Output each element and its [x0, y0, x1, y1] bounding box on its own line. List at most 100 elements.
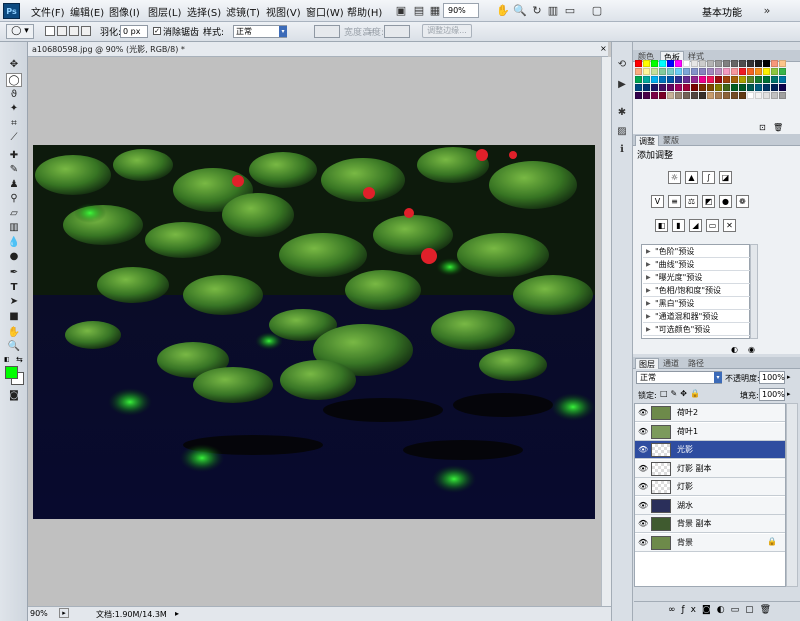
intersect-selection-icon[interactable] — [81, 26, 91, 36]
zoom-level-select[interactable]: 90% — [443, 3, 479, 18]
swatch[interactable] — [739, 76, 746, 83]
preset-hue-saturation[interactable]: "色相/饱和度"预设 — [643, 285, 750, 297]
menu-view[interactable]: 视图(V) — [266, 4, 301, 19]
swatch[interactable] — [739, 92, 746, 99]
zoom-tool-icon[interactable]: 🔍 — [513, 3, 527, 19]
menu-layer[interactable]: 图层(L) — [148, 4, 181, 19]
menu-select[interactable]: 选择(S) — [187, 4, 221, 19]
history-panel-icon[interactable]: ⟲ — [615, 58, 629, 72]
bridge-icon[interactable]: ▣ — [394, 3, 408, 19]
workspace-chevron-icon[interactable]: » — [762, 3, 772, 19]
swatch[interactable] — [651, 84, 658, 91]
close-document-icon[interactable]: × — [600, 44, 607, 53]
layer-row[interactable]: 👁 荷叶2 — [635, 404, 785, 422]
swatch[interactable] — [747, 84, 754, 91]
swatch[interactable] — [747, 68, 754, 75]
swatch[interactable] — [683, 68, 690, 75]
tab-channels[interactable]: 通道 — [660, 358, 682, 369]
swatch[interactable] — [667, 60, 674, 67]
swatch[interactable] — [731, 68, 738, 75]
swatch[interactable] — [675, 76, 682, 83]
width-input[interactable] — [314, 25, 340, 38]
vibrance-icon[interactable]: V — [651, 195, 664, 208]
posterize-icon[interactable]: ▮ — [672, 219, 685, 232]
opacity-input[interactable]: 100% — [759, 371, 785, 384]
dodge-tool-icon[interactable]: ● — [6, 250, 22, 264]
swatch[interactable] — [643, 60, 650, 67]
status-zoom[interactable]: 90% — [30, 609, 48, 618]
vertical-scrollbar[interactable] — [601, 57, 611, 606]
swatch[interactable] — [643, 68, 650, 75]
layer-row[interactable]: 👁 湖水 — [635, 496, 785, 515]
blend-mode-dropdown-icon[interactable]: ▾ — [714, 372, 722, 383]
swatch[interactable] — [763, 84, 770, 91]
swatch[interactable] — [635, 84, 642, 91]
swatch[interactable] — [731, 92, 738, 99]
status-arrow-icon[interactable]: ▸ — [175, 609, 179, 618]
swap-colors-icon[interactable]: ⇆ — [16, 355, 23, 364]
channel-mixer-icon[interactable]: ❁ — [736, 195, 749, 208]
swatch[interactable] — [667, 68, 674, 75]
clip-layer-icon[interactable]: ◐ — [731, 345, 738, 354]
swatch[interactable] — [763, 92, 770, 99]
eye-icon[interactable]: 👁 — [638, 538, 648, 547]
preset-channel-mixer[interactable]: "通道混和器"预设 — [643, 311, 750, 323]
swatch[interactable] — [763, 68, 770, 75]
navigator-panel-icon[interactable]: ▨ — [615, 125, 629, 139]
menu-help[interactable]: 帮助(H) — [347, 4, 382, 19]
levels-icon[interactable]: ▲ — [685, 171, 698, 184]
swatch[interactable] — [779, 60, 786, 67]
swatch[interactable] — [667, 92, 674, 99]
swatch[interactable] — [635, 68, 642, 75]
swatch[interactable] — [699, 60, 706, 67]
new-swatch-icon[interactable]: ⊡ — [759, 123, 766, 132]
eye-icon[interactable]: 👁 — [638, 464, 648, 473]
menu-edit[interactable]: 编辑(E) — [70, 4, 104, 19]
height-input[interactable] — [384, 25, 410, 38]
swatch[interactable] — [675, 84, 682, 91]
layer-footer-icons[interactable]: ∞ƒx◙◐▭▢🗑 — [668, 605, 777, 615]
swatch[interactable] — [739, 84, 746, 91]
swatch[interactable] — [771, 60, 778, 67]
swatch[interactable] — [683, 84, 690, 91]
swatch[interactable] — [771, 68, 778, 75]
swatch[interactable] — [715, 92, 722, 99]
selective-color-icon[interactable]: ✕ — [723, 219, 736, 232]
lock-options-icon[interactable]: □✎✥🔒 — [660, 389, 703, 398]
swatch[interactable] — [747, 92, 754, 99]
swatch[interactable] — [651, 68, 658, 75]
actions-panel-icon[interactable]: ▶ — [615, 78, 629, 92]
swatch[interactable] — [723, 68, 730, 75]
preset-levels[interactable]: "色阶"预设 — [643, 246, 750, 258]
swatch[interactable] — [635, 60, 642, 67]
presets-scrollbar[interactable] — [750, 244, 758, 339]
swatch[interactable] — [723, 84, 730, 91]
preset-selective-color[interactable]: "可选颜色"预设 — [643, 324, 750, 336]
minibridge-icon[interactable]: ▤ — [412, 3, 426, 19]
swatch[interactable] — [659, 76, 666, 83]
swatch[interactable] — [723, 60, 730, 67]
eye-icon[interactable]: 👁 — [638, 482, 648, 491]
swatch[interactable] — [747, 60, 754, 67]
swatch[interactable] — [651, 76, 658, 83]
gradient-map-icon[interactable]: ▭ — [706, 219, 719, 232]
pen-tool-icon[interactable]: ✒ — [6, 266, 22, 280]
status-menu-icon[interactable]: ▸ — [59, 608, 69, 618]
layer-row[interactable]: 👁 背景 副本 — [635, 515, 785, 533]
photo-filter-icon[interactable]: ● — [719, 195, 732, 208]
tab-paths[interactable]: 路径 — [685, 358, 707, 369]
swatch[interactable] — [731, 60, 738, 67]
swatch[interactable] — [635, 76, 642, 83]
swatch[interactable] — [659, 68, 666, 75]
style-dropdown-icon[interactable]: ▾ — [279, 26, 287, 37]
tab-adjustments[interactable]: 调整 — [635, 135, 659, 146]
swatch[interactable] — [667, 84, 674, 91]
new-selection-icon[interactable] — [45, 26, 55, 36]
info-panel-icon[interactable]: ℹ — [615, 143, 629, 157]
layer-row[interactable]: 👁 荷叶1 — [635, 422, 785, 441]
path-selection-tool-icon[interactable]: ➤ — [6, 295, 22, 309]
black-white-icon[interactable]: ◩ — [702, 195, 715, 208]
layer-row[interactable]: 👁 灯影 — [635, 478, 785, 496]
foreground-color-swatch[interactable] — [5, 366, 18, 379]
eye-icon[interactable]: 👁 — [638, 501, 648, 510]
